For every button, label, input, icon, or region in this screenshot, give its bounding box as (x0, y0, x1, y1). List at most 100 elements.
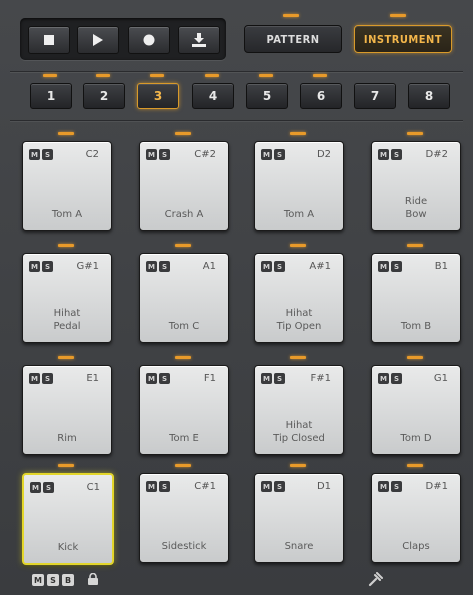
pad-mute-solo: MS (261, 149, 285, 160)
bank-button-7[interactable]: 7 (354, 83, 396, 109)
pad-mute-button[interactable]: M (378, 261, 389, 272)
pad-note: B1 (434, 261, 448, 272)
pad-mute-button[interactable]: M (261, 373, 272, 384)
drum-pad[interactable]: M S F1 Tom E (139, 365, 229, 455)
pad-solo-button[interactable]: S (391, 481, 402, 492)
pad-solo-button[interactable]: S (391, 261, 402, 272)
drum-pad[interactable]: M S G#1 Hihat Pedal (22, 253, 112, 343)
drum-pad[interactable]: M S B1 Tom B (371, 253, 461, 343)
pad-mute-button[interactable]: M (29, 373, 40, 384)
pad-name: Tom D (400, 433, 432, 444)
drum-pad[interactable]: M S F#1 Hihat Tip Closed (254, 365, 344, 455)
pad-mute-button[interactable]: M (146, 149, 157, 160)
drum-pad[interactable]: M S E1 Rim (22, 365, 112, 455)
pad-solo-button[interactable]: S (43, 482, 54, 493)
bank-button-4[interactable]: 4 (192, 83, 234, 109)
bank-label: 7 (370, 89, 380, 103)
bank-led (313, 74, 327, 77)
export-icon (192, 33, 206, 47)
pad-solo-button[interactable]: S (274, 481, 285, 492)
drum-pad[interactable]: M S G1 Tom D (371, 365, 461, 455)
drum-pad[interactable]: M S D1 Snare (254, 473, 344, 563)
pad-note: G1 (433, 373, 448, 384)
bank-button-6[interactable]: 6 (300, 83, 342, 109)
transport-group (20, 18, 226, 60)
pad-mute-button[interactable]: M (261, 481, 272, 492)
pad-mute-button[interactable]: M (378, 481, 389, 492)
drum-pad[interactable]: M S A1 Tom C (139, 253, 229, 343)
export-button[interactable] (178, 26, 220, 54)
pattern-button[interactable]: PATTERN (244, 25, 342, 53)
pad-note: D#2 (425, 149, 448, 160)
pad-note: A1 (202, 261, 216, 272)
pad-solo-button[interactable]: S (42, 261, 53, 272)
pad-led (290, 132, 306, 135)
instrument-button[interactable]: INSTRUMENT (354, 25, 452, 53)
pad-solo-button[interactable]: S (159, 373, 170, 384)
drum-machine-panel: PATTERN INSTRUMENT 12345678 M S C2 Tom AMSC… (0, 0, 473, 595)
pad-mute-button[interactable]: M (378, 373, 389, 384)
drum-pad[interactable]: M S D2 Tom A (254, 141, 344, 231)
pad-note: D2 (316, 149, 331, 160)
pad-mute-button[interactable]: M (29, 149, 40, 160)
pad-solo-button[interactable]: S (274, 261, 285, 272)
pad-solo-button[interactable]: S (391, 149, 402, 160)
pad-led (407, 464, 423, 467)
pad-mute-solo: MS (29, 373, 53, 384)
drum-pad[interactable]: M S D#1 Claps (371, 473, 461, 563)
pad-name: Hihat Pedal (53, 308, 81, 332)
pad-solo-button[interactable]: S (274, 149, 285, 160)
pad-mute-button[interactable]: M (261, 149, 272, 160)
pad-solo-button[interactable]: S (159, 481, 170, 492)
pad-mute-button[interactable]: M (29, 261, 40, 272)
pad-led (290, 244, 306, 247)
drum-pad[interactable]: M S C#1 Sidestick (139, 473, 229, 563)
pad-name: Crash A (164, 209, 204, 220)
lock-icon[interactable] (88, 573, 98, 585)
pad-led (58, 132, 74, 135)
pad-solo-button[interactable]: S (391, 373, 402, 384)
bank-led (259, 74, 273, 77)
pad-solo-button[interactable]: S (42, 149, 53, 160)
pad-led (407, 244, 423, 247)
pad-led (290, 464, 306, 467)
bank-button-5[interactable]: 5 (246, 83, 288, 109)
pad-name: Rim (57, 433, 77, 444)
bank-button-8[interactable]: 8 (408, 83, 450, 109)
bank-button-1[interactable]: 1 (30, 83, 72, 109)
drum-pad[interactable]: M S C1 Kick (22, 473, 114, 565)
pad-mute-button[interactable]: M (146, 481, 157, 492)
drum-pad[interactable]: M S A#1 Hihat Tip Open (254, 253, 344, 343)
pad-mute-solo: MS (378, 261, 402, 272)
pad-mute-button[interactable]: M (378, 149, 389, 160)
pad-solo-button[interactable]: S (274, 373, 285, 384)
pad-mute-solo: MS (146, 261, 170, 272)
stop-button[interactable] (28, 26, 70, 54)
pad-mute-button[interactable]: M (261, 261, 272, 272)
solo-all-toggle[interactable]: S (47, 574, 59, 586)
play-button[interactable] (77, 26, 119, 54)
drum-pad[interactable]: M S D#2 Ride Bow (371, 141, 461, 231)
bank-button-3[interactable]: 3 (137, 83, 179, 109)
pad-name: Tom B (400, 321, 432, 332)
record-button[interactable] (128, 26, 170, 54)
bank-led (96, 74, 110, 77)
pad-solo-button[interactable]: S (42, 373, 53, 384)
stop-icon (44, 35, 54, 45)
pad-solo-button[interactable]: S (159, 149, 170, 160)
pad-solo-button[interactable]: S (159, 261, 170, 272)
pad-name: Snare (284, 541, 314, 552)
instrument-led (390, 14, 406, 17)
b-toggle[interactable]: B (62, 574, 74, 586)
drum-pad[interactable]: M S C#2 Crash A (139, 141, 229, 231)
pad-mute-button[interactable]: M (146, 261, 157, 272)
pad-mute-button[interactable]: M (30, 482, 41, 493)
tuning-fork-icon[interactable] (367, 572, 383, 588)
mute-all-toggle[interactable]: M (32, 574, 44, 586)
bank-button-2[interactable]: 2 (83, 83, 125, 109)
record-icon (143, 34, 155, 46)
drum-pad[interactable]: M S C2 Tom A (22, 141, 112, 231)
bank-led (205, 74, 219, 77)
pad-name: Tom A (283, 209, 315, 220)
pad-mute-button[interactable]: M (146, 373, 157, 384)
